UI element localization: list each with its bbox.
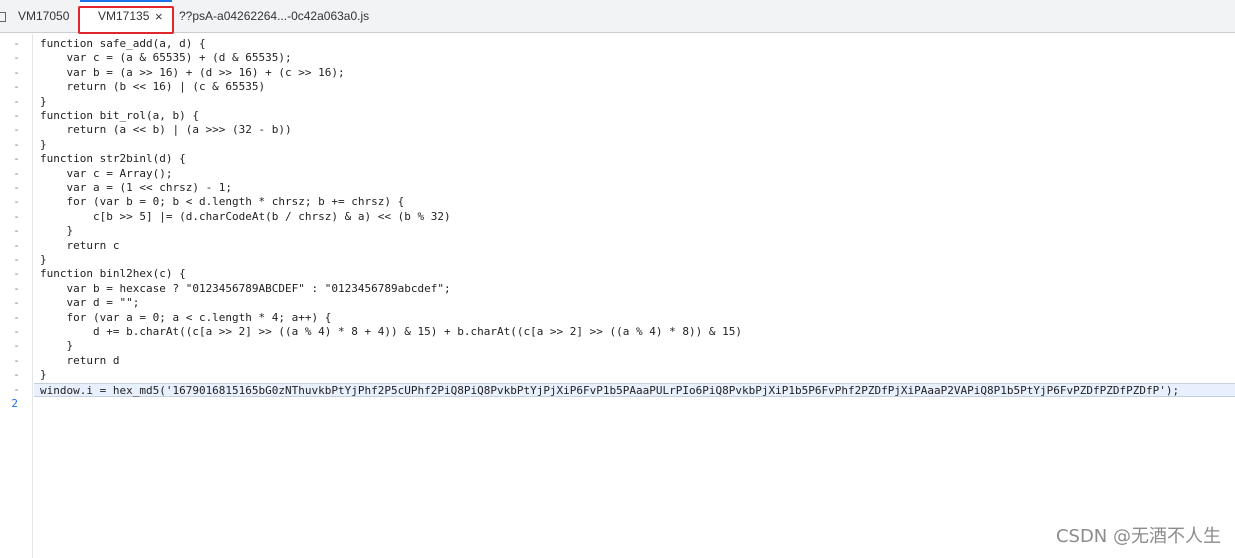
code-line[interactable]: function bit_rol(a, b) { [34, 109, 1235, 123]
code-line[interactable]: c[b >> 5] |= (d.charCodeAt(b / chrsz) & … [34, 210, 1235, 224]
tab-vm17050[interactable]: VM17050 [18, 0, 69, 33]
tab-label: ??psA-a04262264...-0c42a063a0.js [179, 9, 370, 23]
code-line[interactable]: var a = (1 << chrsz) - 1; [34, 181, 1235, 195]
watermark: CSDN @无酒不人生 [1055, 526, 1221, 547]
line-number: 2 [11, 397, 18, 410]
fold-marker: - [13, 253, 20, 266]
fold-marker: - [13, 181, 20, 194]
fold-marker: - [13, 109, 20, 122]
code-line-text: return c [40, 238, 120, 252]
fold-marker: - [13, 296, 20, 310]
fold-marker: - [13, 339, 20, 353]
fold-marker: - [13, 325, 20, 338]
fold-marker: - [13, 310, 20, 324]
code-line-text: return (b << 16) | (c & 65535) [40, 80, 266, 94]
code-line-text: d += b.charAt((c[a >> 2] >> ((a % 4) * 8… [40, 325, 742, 338]
code-line-text: } [40, 224, 74, 238]
code-line-text: } [40, 339, 74, 353]
fold-marker: - [13, 123, 20, 137]
code-line-text: function str2binl(d) { [40, 152, 186, 166]
code-line[interactable]: return (a << b) | (a >>> (32 - b)) [34, 123, 1235, 137]
fold-marker: - [13, 166, 20, 180]
fold-marker: - [13, 65, 20, 79]
code-line-text: var c = Array(); [40, 166, 173, 180]
code-line[interactable]: } [34, 253, 1235, 267]
code-line-text: function binl2hex(c) { [40, 267, 186, 281]
fold-marker: - [13, 353, 20, 367]
code-line[interactable]: var d = ""; [34, 296, 1235, 310]
code-line-text: function bit_rol(a, b) { [40, 109, 199, 122]
code-line[interactable]: for (var a = 0; a < c.length * 4; a++) { [34, 311, 1235, 325]
code-line-text: var c = (a & 65535) + (d & 65535); [40, 51, 292, 65]
fold-marker: - [13, 267, 20, 281]
fold-marker: - [13, 224, 20, 238]
fold-marker: - [13, 80, 20, 94]
code-line-text: for (var b = 0; b < d.length * chrsz; b … [40, 195, 405, 209]
code-line[interactable]: window.i = hex_md5('1679016815165bG0zNTh… [34, 382, 1235, 397]
close-tab-icon[interactable]: × [155, 0, 163, 33]
code-line-text: } [40, 253, 47, 266]
code-line[interactable]: function str2binl(d) { [34, 152, 1235, 166]
code-line-text: for (var a = 0; a < c.length * 4; a++) { [40, 310, 332, 324]
tab-label: VM17135 [98, 9, 150, 23]
code-line-text: return d [40, 353, 120, 367]
code-line[interactable]: var c = Array(); [34, 167, 1235, 181]
code-editor[interactable]: -------------------------2 function safe… [0, 34, 1235, 558]
code-line[interactable]: d += b.charAt((c[a >> 2] >> ((a % 4) * 8… [34, 325, 1235, 339]
tab-overflow-icon[interactable] [0, 0, 8, 33]
code-line-text: var d = ""; [40, 296, 140, 310]
code-line[interactable]: } [34, 95, 1235, 109]
code-line-text: var b = hexcase ? "0123456789ABCDEF" : "… [40, 281, 451, 295]
code-line[interactable]: } [34, 368, 1235, 382]
fold-marker: - [13, 209, 20, 223]
code-line-text: var b = (a >> 16) + (d >> 16) + (c >> 16… [40, 65, 345, 79]
code-line[interactable]: } [34, 138, 1235, 152]
fold-marker: - [13, 195, 20, 209]
code-line-text: } [40, 94, 47, 108]
fold-marker: - [13, 94, 20, 108]
code-area[interactable]: function safe_add(a, d) { var c = (a & 6… [34, 34, 1235, 558]
code-line-text: var a = (1 << chrsz) - 1; [40, 181, 233, 194]
fold-marker: - [13, 137, 20, 151]
fold-marker: - [13, 281, 20, 295]
code-line[interactable]: return c [34, 239, 1235, 253]
code-line[interactable]: } [34, 339, 1235, 353]
code-line[interactable]: return d [34, 354, 1235, 368]
fold-marker: - [13, 382, 20, 396]
code-line[interactable]: var c = (a & 65535) + (d & 65535); [34, 51, 1235, 65]
fold-marker: - [13, 51, 20, 65]
fold-marker: - [13, 368, 20, 382]
tab-label: VM17050 [18, 9, 70, 23]
fold-marker: - [13, 238, 20, 252]
code-line[interactable]: for (var b = 0; b < d.length * chrsz; b … [34, 195, 1235, 209]
code-line[interactable]: } [34, 224, 1235, 238]
code-line-text: c[b >> 5] |= (d.charCodeAt(b / chrsz) & … [40, 209, 451, 223]
code-line[interactable]: return (b << 16) | (c & 65535) [34, 80, 1235, 94]
editor-tab-bar: VM17050 VM17135 × ??psA-a04262264...-0c4… [0, 0, 1235, 33]
code-line[interactable]: function binl2hex(c) { [34, 267, 1235, 281]
code-line-text: window.i = hex_md5('1679016815165bG0zNTh… [40, 383, 1180, 397]
code-line-text: } [40, 368, 47, 382]
tab-source-file[interactable]: ??psA-a04262264...-0c42a063a0.js [179, 0, 369, 33]
code-line[interactable]: function safe_add(a, d) { [34, 37, 1235, 51]
fold-marker: - [13, 37, 20, 50]
code-line[interactable]: var b = hexcase ? "0123456789ABCDEF" : "… [34, 282, 1235, 296]
fold-marker: - [13, 152, 20, 166]
tab-vm17135[interactable]: VM17135 × [80, 0, 172, 33]
code-line-text: function safe_add(a, d) { [40, 37, 206, 50]
code-line-text: } [40, 137, 47, 151]
code-line-text: return (a << b) | (a >>> (32 - b)) [40, 123, 292, 137]
code-line[interactable]: var b = (a >> 16) + (d >> 16) + (c >> 16… [34, 66, 1235, 80]
line-gutter[interactable]: -------------------------2 [0, 34, 33, 558]
